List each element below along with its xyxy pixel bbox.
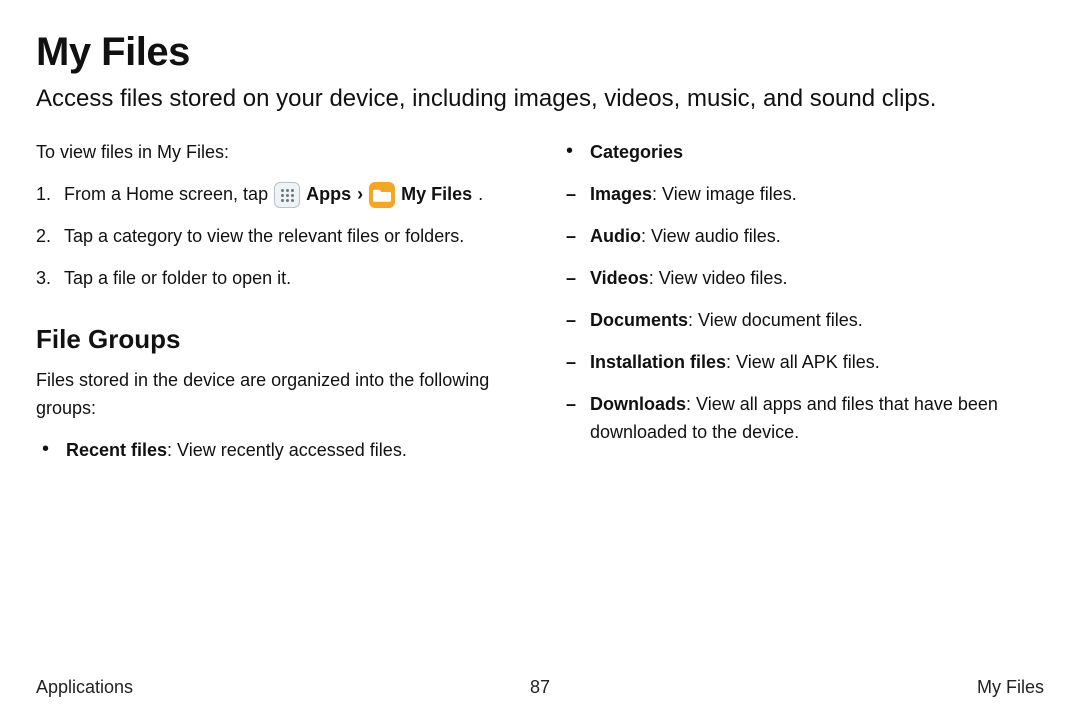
file-groups-para: Files stored in the device are organized… bbox=[36, 367, 520, 423]
folder-icon-svg bbox=[373, 188, 391, 202]
steps-list: From a Home screen, tap Apps › bbox=[64, 181, 520, 293]
category-rest: : View image files. bbox=[652, 184, 797, 204]
step-1: From a Home screen, tap Apps › bbox=[64, 181, 520, 209]
lead-text: To view files in My Files: bbox=[36, 139, 520, 167]
recent-files-item: Recent files: View recently accessed fil… bbox=[66, 437, 520, 465]
footer-right: My Files bbox=[977, 677, 1044, 698]
page-footer: Applications 87 My Files bbox=[36, 677, 1044, 698]
category-bold: Audio bbox=[590, 226, 641, 246]
left-column: To view files in My Files: From a Home s… bbox=[36, 139, 520, 479]
page: My Files Access files stored on your dev… bbox=[0, 0, 1080, 720]
category-audio: Audio: View audio files. bbox=[590, 223, 1044, 251]
category-rest: : View document files. bbox=[688, 310, 863, 330]
step1-suffix: . bbox=[478, 181, 483, 209]
category-bold: Documents bbox=[590, 310, 688, 330]
categories-label: Categories bbox=[590, 142, 683, 162]
columns: To view files in My Files: From a Home s… bbox=[36, 139, 1044, 479]
category-downloads: Downloads: View all apps and files that … bbox=[590, 391, 1044, 447]
category-rest: : View video files. bbox=[649, 268, 788, 288]
category-bold: Videos bbox=[590, 268, 649, 288]
folder-icon bbox=[369, 182, 395, 208]
category-rest: : View audio files. bbox=[641, 226, 781, 246]
step1-prefix: From a Home screen, tap bbox=[64, 181, 268, 209]
category-documents: Documents: View document files. bbox=[590, 307, 1044, 335]
footer-page-number: 87 bbox=[530, 677, 550, 698]
step-2: Tap a category to view the relevant file… bbox=[64, 223, 520, 251]
categories-item: Categories bbox=[590, 139, 1044, 167]
footer-left: Applications bbox=[36, 677, 133, 698]
recent-files-bold: Recent files bbox=[66, 440, 167, 460]
category-installation-files: Installation files: View all APK files. bbox=[590, 349, 1044, 377]
step-3: Tap a file or folder to open it. bbox=[64, 265, 520, 293]
page-subtitle: Access files stored on your device, incl… bbox=[36, 83, 996, 115]
page-title: My Files bbox=[36, 30, 1044, 75]
file-groups-heading: File Groups bbox=[36, 319, 520, 359]
category-videos: Videos: View video files. bbox=[590, 265, 1044, 293]
apps-icon-dots bbox=[281, 189, 294, 202]
category-bold: Images bbox=[590, 184, 652, 204]
category-rest: : View all APK files. bbox=[726, 352, 880, 372]
recent-files-rest: : View recently accessed files. bbox=[167, 440, 407, 460]
apps-label: Apps bbox=[306, 181, 351, 209]
categories-bullets: Categories bbox=[590, 139, 1044, 167]
apps-icon bbox=[274, 182, 300, 208]
myfiles-label: My Files bbox=[401, 181, 472, 209]
category-bold: Installation files bbox=[590, 352, 726, 372]
file-groups-bullets: Recent files: View recently accessed fil… bbox=[66, 437, 520, 465]
breadcrumb-chevron: › bbox=[357, 181, 363, 209]
categories-list: Images: View image files. Audio: View au… bbox=[590, 181, 1044, 446]
category-images: Images: View image files. bbox=[590, 181, 1044, 209]
right-column: Categories Images: View image files. Aud… bbox=[560, 139, 1044, 479]
category-bold: Downloads bbox=[590, 394, 686, 414]
